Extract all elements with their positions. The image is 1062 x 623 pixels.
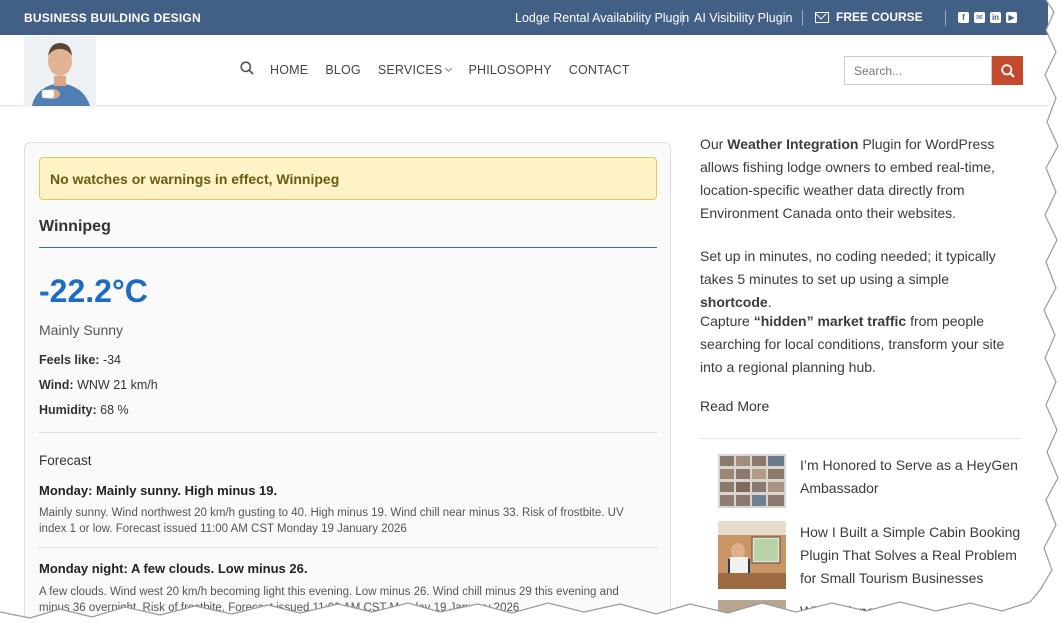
social-links: f ✉ in ▶ xyxy=(958,12,1017,23)
forecast-item-title: Monday: Mainly sunny. High minus 19. xyxy=(39,483,278,498)
divider xyxy=(802,10,803,26)
post-title[interactable]: Why Independent Lo xyxy=(800,600,1028,623)
nav-services-label: SERVICES xyxy=(377,62,443,77)
wind-stat: Wind: WNW 21 km/h xyxy=(39,378,158,392)
forecast-item-text: Mainly sunny. Wind northwest 20 km/h gus… xyxy=(39,507,624,535)
nav-services[interactable]: SERVICES xyxy=(377,62,453,77)
wind-label: Wind: xyxy=(39,378,74,392)
avatar[interactable] xyxy=(24,36,96,106)
search-input[interactable]: Search... xyxy=(844,56,992,85)
post-title[interactable]: I’m Honored to Serve as a HeyGen Ambassa… xyxy=(800,454,1028,500)
divider xyxy=(39,432,657,433)
humidity-value: 68 % xyxy=(100,403,129,417)
free-course-label: FREE COURSE xyxy=(836,10,923,24)
feels-like-value: -34 xyxy=(102,353,122,367)
nav-contact[interactable]: CONTACT xyxy=(569,63,630,77)
email-icon[interactable]: ✉ xyxy=(974,12,985,23)
envelope-icon xyxy=(815,11,829,23)
nav-home[interactable]: HOME xyxy=(270,63,308,77)
post-thumbnail[interactable] xyxy=(718,454,786,508)
feels-like-label: Feels like: xyxy=(39,353,100,367)
search-button[interactable] xyxy=(992,56,1023,85)
search-icon xyxy=(1000,63,1015,78)
top-bar: BUSINESS BUILDING DESIGN Lodge Rental Av… xyxy=(0,0,1048,35)
divider xyxy=(945,10,946,26)
post-title[interactable]: How I Built a Simple Cabin Booking Plugi… xyxy=(800,521,1028,590)
link-lodge-rental-plugin[interactable]: Lodge Rental Availability Plugin xyxy=(515,11,689,25)
current-condition: Mainly Sunny xyxy=(39,322,124,338)
chevron-down-icon xyxy=(445,64,453,72)
sidebar-paragraph: Our Weather Integration Plugin for WordP… xyxy=(700,136,995,221)
search-icon[interactable] xyxy=(240,61,254,78)
list-item[interactable]: I’m Honored to Serve as a HeyGen Ambassa… xyxy=(718,454,1028,510)
city-name: Winnipeg xyxy=(39,218,111,235)
weather-alert-banner: No watches or warnings in effect, Winnip… xyxy=(39,157,657,200)
main-nav: HOME BLOG SERVICES PHILOSOPHY CONTACT xyxy=(240,61,647,78)
sidebar-paragraph: Capture “hidden” market traffic from peo… xyxy=(700,313,1005,375)
forecast-heading: Forecast xyxy=(39,453,92,468)
humidity-label: Humidity: xyxy=(39,403,97,417)
forecast-item-title: Monday night: A few clouds. Low minus 26… xyxy=(39,561,308,576)
sidebar-paragraph: Set up in minutes, no coding needed; it … xyxy=(700,248,996,310)
list-item[interactable]: How I Built a Simple Cabin Booking Plugi… xyxy=(718,521,1028,589)
post-thumbnail[interactable] xyxy=(718,600,786,623)
youtube-icon[interactable]: ▶ xyxy=(1006,12,1017,23)
feels-like-stat: Feels like: -34 xyxy=(39,353,121,367)
read-more-link[interactable]: Read More xyxy=(700,398,769,414)
weather-widget: No watches or warnings in effect, Winnip… xyxy=(24,142,671,623)
link-ai-visibility-plugin[interactable]: AI Visibility Plugin xyxy=(694,11,792,25)
free-course-link[interactable]: FREE COURSE xyxy=(815,10,923,24)
divider xyxy=(39,547,657,548)
divider xyxy=(700,438,1022,439)
forecast-item-text: A few clouds. Wind west 20 km/h becoming… xyxy=(39,586,619,614)
nav-philosophy[interactable]: PHILOSOPHY xyxy=(468,63,551,77)
brand-name[interactable]: BUSINESS BUILDING DESIGN xyxy=(24,11,201,25)
list-item[interactable]: Why Independent Lo xyxy=(718,600,1028,623)
humidity-stat: Humidity: 68 % xyxy=(39,403,129,417)
linkedin-icon[interactable]: in xyxy=(990,12,1001,23)
divider xyxy=(39,247,657,248)
post-thumbnail[interactable] xyxy=(718,521,786,589)
site-header: HOME BLOG SERVICES PHILOSOPHY CONTACT Se… xyxy=(0,35,1048,106)
wind-value: WNW 21 km/h xyxy=(77,378,158,392)
nav-blog[interactable]: BLOG xyxy=(325,63,361,77)
facebook-icon[interactable]: f xyxy=(958,12,969,23)
divider xyxy=(682,10,683,26)
current-temperature: -22.2°C xyxy=(39,273,148,309)
